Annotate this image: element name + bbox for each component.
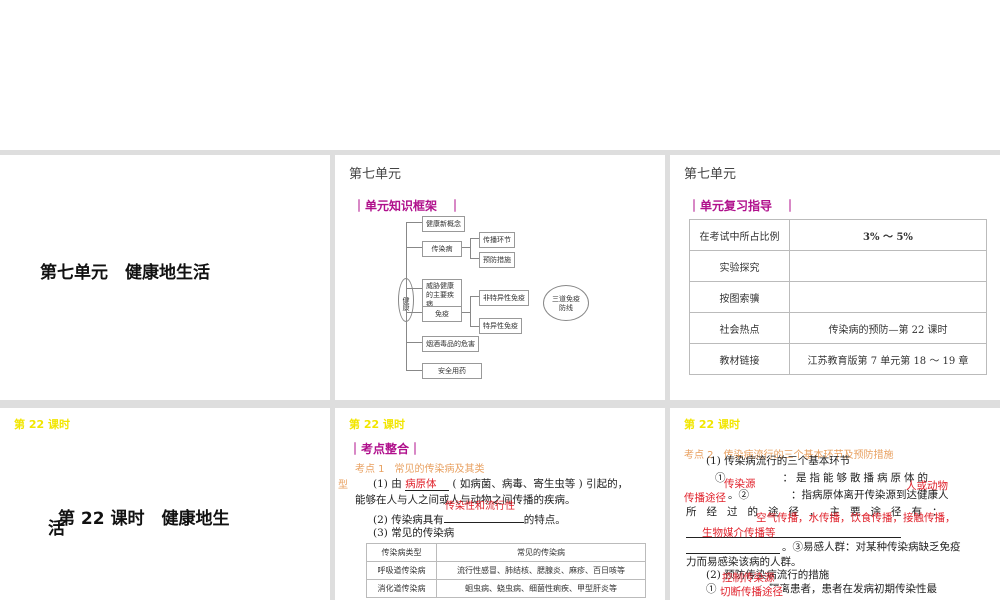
unit-label: 第七单元 <box>684 167 737 182</box>
table-row: 呼吸道传染病 流行性感冒、肺结核、腮腺炎、麻疹、百日咳等 <box>366 561 646 580</box>
slide-thumbnail-4[interactable]: 第 22 课时 第 22 课时 健康地生 活 <box>0 408 330 600</box>
diagram-node: 传染病 <box>422 241 462 257</box>
kaodian-heading: 考点 1 常见的传染病及其类 <box>355 464 485 475</box>
diagram-node: 免疫 <box>422 306 462 322</box>
answer-text: 传播途径 <box>684 492 726 504</box>
slide-thumbnail-1[interactable]: 第七单元 健康地生活 <box>0 155 330 400</box>
text: 。③易感人群：对某种传染病缺乏免疫 <box>782 541 961 553</box>
section-heading: ｜单元复习指导 ｜ <box>688 199 797 213</box>
lesson-label: 第 22 课时 <box>684 418 740 431</box>
answer-text: 生物媒介传播等 <box>702 527 776 539</box>
answer-text: 空气传播，水传播，饮食传播，接触传播， <box>756 512 956 524</box>
table-row: 在考试中所占比例 3% ～ 5% <box>689 219 987 251</box>
section-heading: ｜考点整合｜ <box>349 442 422 456</box>
lesson-label: 第 22 课时 <box>349 418 405 431</box>
text: (3) 常见的传染病 <box>373 527 455 539</box>
table-row: 教材链接 江苏教育版第 7 单元第 18 ～ 19 章 <box>689 343 987 375</box>
diagram-node: 安全用药 <box>422 363 482 379</box>
slide-thumbnail-6[interactable]: 第 22 课时 考点 2 传染病流行的三个基本环节及预防措施 (1) 传染病流行… <box>670 408 1000 600</box>
diagram-node: 健康新概念 <box>422 216 465 232</box>
section-heading: ｜单元知识框架 ｜ <box>353 199 462 213</box>
table-row: 社会热点 传染病的预防—第 22 课时 <box>689 312 987 344</box>
slide-title: 第 22 课时 健康地生 <box>58 509 230 529</box>
diagram-node: 非特异性免疫 <box>479 290 529 306</box>
slide-title-wrap: 活 <box>48 519 65 539</box>
review-guide-table: 在考试中所占比例 3% ～ 5% 实验探究 按图索骥 社会热点 传染病的预防—第 2… <box>689 219 987 375</box>
disease-table: 传染病类型 常见的传染病 呼吸道传染病 流行性感冒、肺结核、腮腺炎、麻疹、百日咳等 … <box>366 543 646 598</box>
slide-thumbnail-3[interactable]: 第七单元 ｜单元复习指导 ｜ 在考试中所占比例 3% ～ 5% 实验探究 按图索骥… <box>670 155 1000 400</box>
table-row: 按图索骥 <box>689 281 987 313</box>
text: (1) 由 <box>373 478 402 490</box>
diagram-node: 烟酒毒品的危害 <box>422 336 479 352</box>
text: (1) 传染病流行的三个基本环节 <box>706 455 851 467</box>
answer-text: 传染性和流行性 <box>445 501 515 512</box>
text: 的特点。 <box>523 514 566 526</box>
lesson-label: 第 22 课时 <box>14 418 70 431</box>
text: 。② ：指病原体离开传染源到达健康人 <box>728 489 949 501</box>
kaodian-heading-wrap: 型 <box>338 480 348 491</box>
diagram-node: 传播环节 <box>479 232 515 248</box>
top-blank-area <box>0 0 1000 150</box>
text: ( 如病菌、病毒、寄生虫等 ) 引起的， <box>452 478 629 490</box>
diagram-node: 特异性免疫 <box>479 318 522 334</box>
slide-grid: 第七单元 健康地生活 第七单元 ｜单元知识框架 ｜ 健康 健康新概念 传染病 威… <box>0 150 1000 600</box>
answer-text: 病原体 <box>405 478 450 492</box>
table-header: 传染病类型 常见的传染病 <box>366 543 646 562</box>
speech-bubble: 三道免疫防线 <box>543 285 589 321</box>
slide-thumbnail-5[interactable]: 第 22 课时 ｜考点整合｜ 考点 1 常见的传染病及其类 型 (1) 由 病原… <box>335 408 665 600</box>
slide-thumbnail-2[interactable]: 第七单元 ｜单元知识框架 ｜ 健康 健康新概念 传染病 威胁健康的主要疾病 免疫… <box>335 155 665 400</box>
table-row: 实验探究 <box>689 250 987 282</box>
slide-title: 第七单元 健康地生活 <box>40 263 210 283</box>
answer-text: 切断传播途径 <box>720 586 783 599</box>
table-row: 消化道传染病 蛔虫病、蛲虫病、细菌性痢疾、甲型肝炎等 <box>366 579 646 598</box>
text: (2) 传染病具有 <box>373 514 444 526</box>
diagram-node: 预防措施 <box>479 252 515 268</box>
text: 力而易感染该病的人群。 <box>686 556 802 568</box>
unit-label: 第七单元 <box>349 167 402 182</box>
